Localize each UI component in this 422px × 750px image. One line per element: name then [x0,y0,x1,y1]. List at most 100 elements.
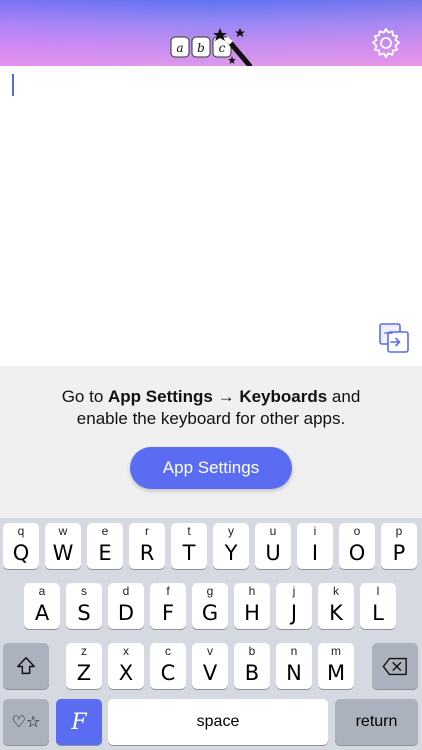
key-f-upper: F [161,601,175,625]
key-m-upper: M [326,661,346,685]
key-q-lower: q [17,524,25,538]
key-u-lower: u [269,524,277,538]
key-w[interactable]: wW [45,523,81,569]
key-z-upper: Z [76,661,92,685]
key-a[interactable]: aA [24,583,60,629]
shift-key[interactable] [3,643,49,689]
key-c-upper: C [160,661,176,685]
instructions-line-1: Go to App Settings → Keyboards and [0,386,422,408]
key-o[interactable]: oO [339,523,375,569]
key-v-lower: v [207,644,213,658]
custom-keyboard: qQ wW eE rR tT yY uU iI oO pP aA sS dD f… [0,518,422,750]
logo-letter-c: c [219,41,226,55]
gear-icon[interactable] [370,27,402,59]
key-f-lower: f [166,584,170,598]
key-n[interactable]: nN [276,643,312,689]
abc-magic-wand-logo: a b c [170,28,252,66]
logo-letter-b: b [197,41,205,55]
key-g[interactable]: gG [192,583,228,629]
key-i-lower: i [313,524,317,538]
key-b[interactable]: bB [234,643,270,689]
key-k[interactable]: kK [318,583,354,629]
key-g-lower: g [206,584,214,598]
key-w-lower: w [58,524,68,538]
key-e-upper: E [98,541,112,565]
key-n-lower: n [290,644,298,658]
key-z-lower: z [81,644,87,658]
key-z[interactable]: zZ [66,643,102,689]
key-o-lower: o [353,524,361,538]
key-h-lower: h [248,584,256,598]
key-r[interactable]: rR [129,523,165,569]
key-d[interactable]: dD [108,583,144,629]
key-r-upper: R [139,541,155,565]
instructions-prefix: Go to [61,387,109,406]
shift-icon [17,657,35,675]
return-label: return [355,713,398,730]
key-h-upper: H [244,601,260,625]
key-j-lower: j [292,584,296,598]
emoji-symbols-label: ♡☆ [11,714,41,731]
key-v[interactable]: vV [192,643,228,689]
delete-key[interactable] [372,643,418,689]
key-p-upper: P [392,541,406,565]
key-y[interactable]: yY [213,523,249,569]
key-c[interactable]: cC [150,643,186,689]
key-i[interactable]: iI [297,523,333,569]
key-s-lower: s [81,584,87,598]
key-v-upper: V [202,661,218,685]
key-y-lower: y [228,524,234,538]
key-s-upper: S [77,601,91,625]
key-r-lower: r [145,524,149,538]
instructions-arrow: → [212,387,240,406]
key-i-upper: I [311,541,319,565]
key-c-lower: c [165,644,171,658]
font-style-key[interactable]: F [56,699,102,745]
key-m[interactable]: mM [318,643,354,689]
key-t-upper: T [182,541,196,565]
key-j-upper: J [290,601,298,625]
space-key[interactable]: space [108,699,328,745]
key-l-lower: l [376,584,380,598]
instructions-suffix: and [327,387,361,406]
key-q[interactable]: qQ [3,523,39,569]
key-u[interactable]: uU [255,523,291,569]
key-x-lower: x [123,644,129,658]
key-x-upper: X [118,661,134,685]
key-l[interactable]: lL [360,583,396,629]
key-k-lower: k [333,584,339,598]
return-key[interactable]: return [335,699,418,745]
key-b-upper: B [244,661,260,685]
key-k-upper: K [329,601,343,625]
key-q-upper: Q [12,541,30,565]
text-editor[interactable] [0,66,422,366]
key-a-lower: a [38,584,46,598]
key-u-upper: U [265,541,281,565]
key-f[interactable]: fF [150,583,186,629]
key-w-upper: W [52,541,74,565]
logo-letter-a: a [176,41,183,55]
key-t[interactable]: tT [171,523,207,569]
key-e-lower: e [101,524,109,538]
space-label: space [196,713,240,730]
key-s[interactable]: sS [66,583,102,629]
key-j[interactable]: jJ [276,583,312,629]
font-style-label: F [71,709,87,735]
key-n-upper: N [286,661,302,685]
key-p[interactable]: pP [381,523,417,569]
key-x[interactable]: xX [108,643,144,689]
setup-instructions-text: Go to App Settings → Keyboards and enabl… [0,386,422,430]
key-d-lower: d [122,584,130,598]
emoji-symbols-key[interactable]: ♡☆ [3,699,49,745]
app-settings-button[interactable]: App Settings [130,447,292,489]
key-d-upper: D [117,601,135,625]
key-g-upper: G [201,601,219,625]
key-a-upper: A [34,601,50,625]
instructions-keyboards: Keyboards [239,387,328,406]
setup-instructions-panel: Go to App Settings → Keyboards and enabl… [0,366,422,518]
key-h[interactable]: hH [234,583,270,629]
instructions-app-settings: App Settings [108,387,213,406]
copy-to-clipboard-icon[interactable] [378,322,410,354]
instructions-line-2: enable the keyboard for other apps. [76,409,346,428]
key-e[interactable]: eE [87,523,123,569]
